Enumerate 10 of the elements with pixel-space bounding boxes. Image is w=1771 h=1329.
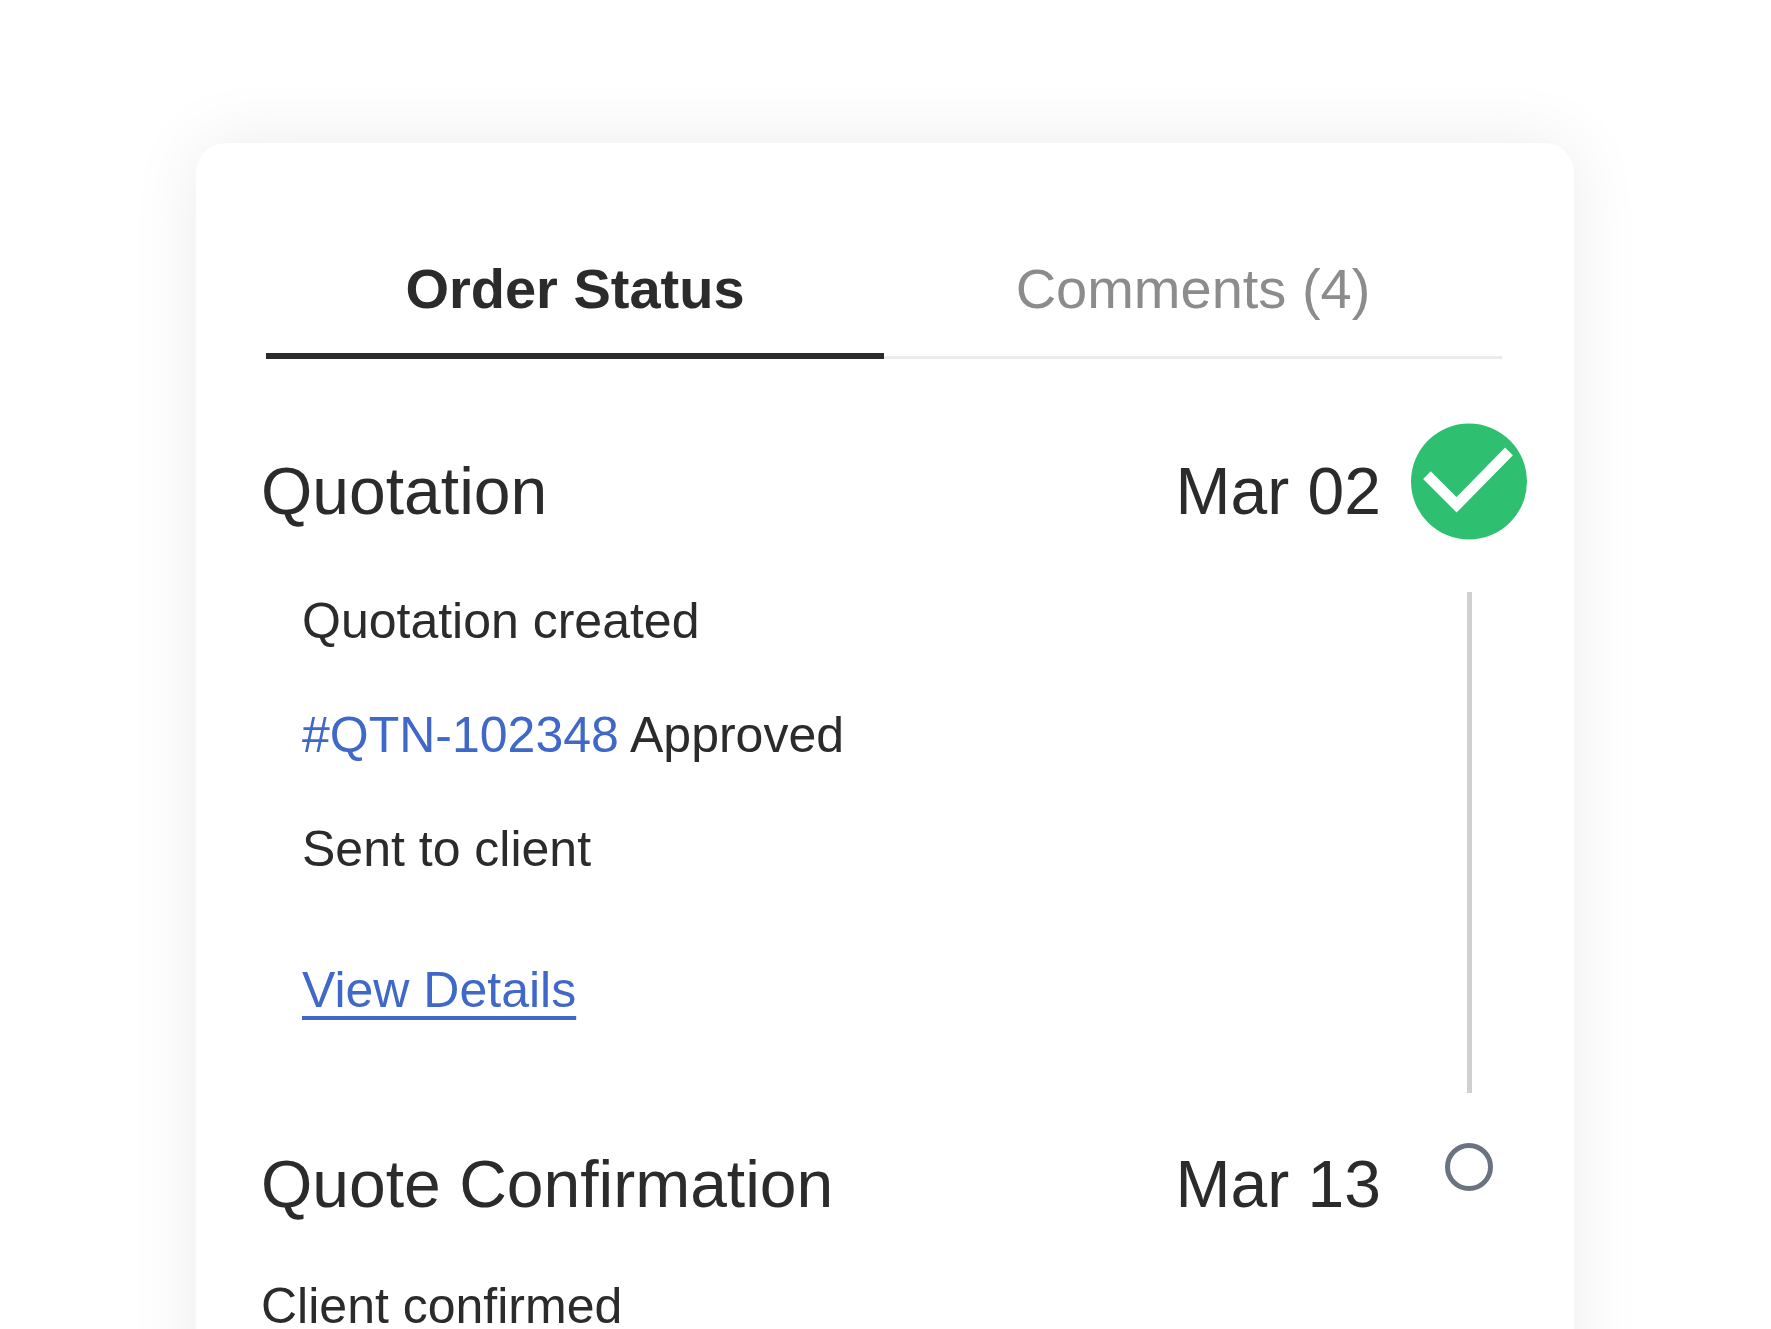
tab[interactable]: Comments (4) bbox=[884, 230, 1502, 359]
stage-note: Client confirmed bbox=[261, 1284, 623, 1328]
event-text: Sent to client bbox=[302, 820, 592, 879]
event-text: Quotation created bbox=[302, 592, 700, 651]
stage-date: Mar 13 bbox=[1175, 1151, 1381, 1217]
view-details-link[interactable]: View Details bbox=[302, 960, 577, 1020]
quote-number-link[interactable]: #QTN-102348 bbox=[302, 707, 619, 763]
event-text: #QTN-102348 Approved bbox=[302, 706, 845, 765]
stage-date: Mar 02 bbox=[1175, 457, 1381, 524]
tab[interactable]: Order Status bbox=[266, 230, 884, 359]
